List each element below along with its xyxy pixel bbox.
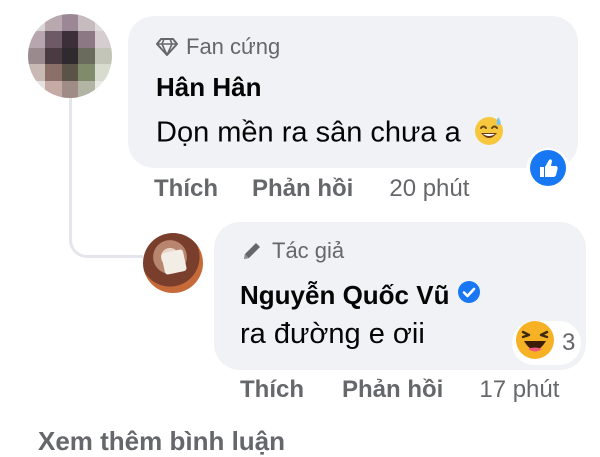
avatar[interactable]: [28, 14, 112, 98]
fan-badge: Fan cứng: [156, 34, 280, 60]
haha-icon: [514, 319, 556, 368]
badge-label: Fan cứng: [186, 34, 281, 59]
thread-line-curve: [69, 222, 143, 258]
haha-reaction[interactable]: 3: [512, 319, 582, 368]
pencil-icon: [240, 239, 264, 263]
comment-actions: Thích Phản hồi 20 phút: [154, 175, 469, 203]
like-icon: [529, 149, 567, 192]
like-button[interactable]: Thích: [154, 175, 218, 203]
timestamp[interactable]: 17 phút: [479, 376, 559, 404]
reply-button[interactable]: Phản hồi: [342, 376, 443, 404]
comment-author[interactable]: Hân Hân: [156, 72, 261, 103]
reply-author-name[interactable]: Nguyễn Quốc Vũ: [240, 280, 449, 311]
author-badge: Tác giả: [240, 238, 344, 264]
avatar[interactable]: [143, 233, 203, 293]
diamond-icon: [156, 37, 178, 57]
reply-button[interactable]: Phản hồi: [252, 175, 353, 203]
reply-author: Nguyễn Quốc Vũ: [240, 280, 481, 311]
sweat-smile-emoji-icon: [473, 114, 505, 154]
timestamp[interactable]: 20 phút: [389, 175, 469, 203]
verified-badge-icon: [457, 280, 481, 311]
reply-actions: Thích Phản hồi 17 phút: [240, 376, 559, 404]
comment-text: Dọn mền ra sân chưa a: [156, 114, 505, 154]
comment-body: Dọn mền ra sân chưa a: [156, 116, 461, 149]
like-reaction[interactable]: [526, 148, 570, 192]
like-button[interactable]: Thích: [240, 376, 304, 404]
reaction-count: 3: [562, 329, 576, 356]
badge-label: Tác giả: [272, 238, 345, 263]
see-more-comments-link[interactable]: Xem thêm bình luận: [38, 426, 285, 457]
reply-text: ra đường e ơii: [240, 318, 425, 350]
